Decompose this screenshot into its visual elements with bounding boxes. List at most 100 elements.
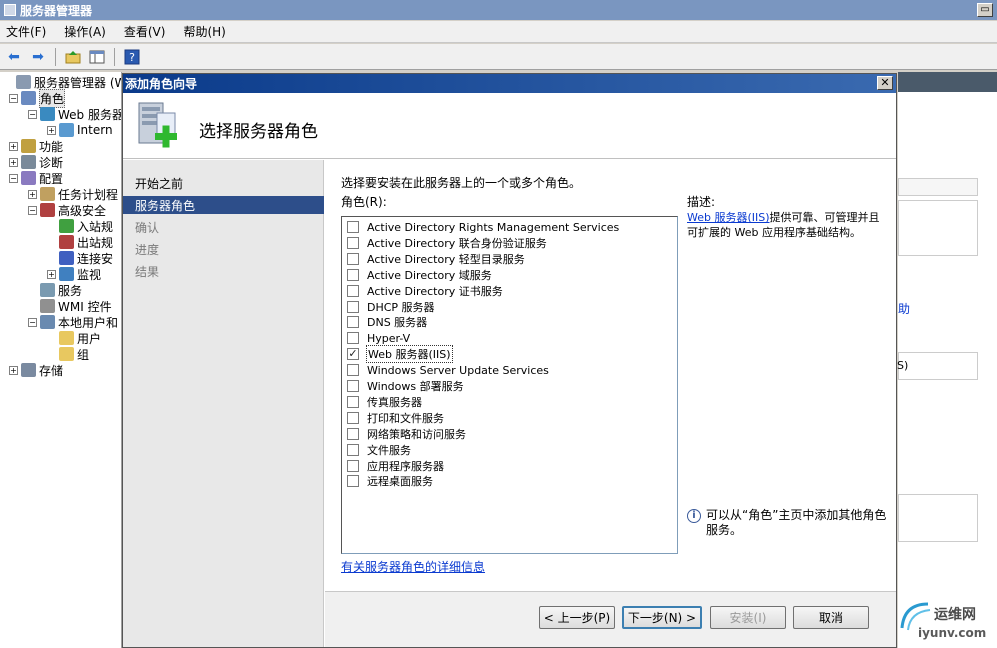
role-checkbox[interactable] xyxy=(347,443,359,456)
next-button[interactable]: 下一步(N) > xyxy=(622,606,702,629)
details-box: S) xyxy=(897,352,978,380)
forward-arrow-icon[interactable]: ➡ xyxy=(28,47,48,67)
role-item[interactable]: Windows 部署服务 xyxy=(347,378,465,394)
expand-icon[interactable]: + xyxy=(28,189,37,199)
close-icon[interactable]: ✕ xyxy=(877,76,893,90)
menu-help[interactable]: 帮助(H) xyxy=(183,23,225,40)
tree-node[interactable]: 入站规 xyxy=(47,218,113,234)
role-checkbox[interactable] xyxy=(347,300,359,313)
toolbar: ⬅ ➡ ? xyxy=(0,44,997,70)
role-checkbox[interactable] xyxy=(347,459,359,472)
dialog-titlebar: 添加角色向导 ✕ xyxy=(123,74,896,93)
tree-node[interactable]: + 任务计划程 xyxy=(28,186,118,202)
role-checkbox[interactable] xyxy=(347,268,359,281)
role-checkbox[interactable] xyxy=(347,332,359,345)
tree-node-icon xyxy=(59,267,74,281)
tree-node[interactable]: 出站规 xyxy=(47,234,113,250)
role-checkbox[interactable] xyxy=(347,364,359,377)
help-link-fragment[interactable]: 助 xyxy=(898,300,910,317)
tree-node[interactable]: + 监视 xyxy=(47,266,101,282)
role-item[interactable]: Windows Server Update Services xyxy=(347,362,550,378)
collapse-icon[interactable]: − xyxy=(9,93,18,103)
tree-node[interactable]: 服务 xyxy=(28,282,82,298)
menu-action[interactable]: 操作(A) xyxy=(64,23,106,40)
role-checkbox[interactable] xyxy=(347,395,359,408)
up-folder-icon[interactable] xyxy=(63,47,83,67)
tree-node-label: 用户 xyxy=(77,331,102,346)
tree-node[interactable]: − Web 服务器 xyxy=(28,106,121,122)
role-item[interactable]: Active Directory 联合身份验证服务 xyxy=(347,235,548,251)
role-item[interactable]: 打印和文件服务 xyxy=(347,410,445,426)
role-checkbox[interactable] xyxy=(347,236,359,249)
wizard-step[interactable]: 服务器角色 xyxy=(123,196,324,214)
role-item[interactable]: 远程桌面服务 xyxy=(347,473,434,489)
back-arrow-icon[interactable]: ⬅ xyxy=(4,47,24,67)
description-link[interactable]: Web 服务器(IIS) xyxy=(687,211,770,224)
role-checkbox[interactable] xyxy=(347,475,359,488)
tree-node[interactable]: 组 xyxy=(47,346,89,362)
role-checkbox[interactable] xyxy=(347,427,359,440)
roles-listbox[interactable]: Active Directory Rights Management Servi… xyxy=(341,216,678,554)
expand-icon[interactable]: + xyxy=(47,269,56,279)
tree-node[interactable]: − 本地用户和 xyxy=(28,314,118,330)
menu-file[interactable]: 文件(F) xyxy=(6,23,46,40)
role-label: DHCP 服务器 xyxy=(367,300,435,314)
details-section xyxy=(898,178,978,196)
tree-node-label: 配置 xyxy=(39,171,64,186)
role-item[interactable]: 网络策略和访问服务 xyxy=(347,426,467,442)
role-label: 应用程序服务器 xyxy=(367,459,444,473)
more-info-link[interactable]: 有关服务器角色的详细信息 xyxy=(341,558,485,575)
role-item[interactable]: Active Directory 证书服务 xyxy=(347,283,504,299)
tree-node[interactable]: + 诊断 xyxy=(9,154,63,170)
menu-view[interactable]: 查看(V) xyxy=(124,23,166,40)
role-item[interactable]: 应用程序服务器 xyxy=(347,458,445,474)
expand-icon[interactable]: + xyxy=(9,157,18,167)
role-item[interactable]: Active Directory 轻型目录服务 xyxy=(347,251,526,267)
role-checkbox[interactable] xyxy=(347,252,359,265)
restore-button[interactable]: ▭ xyxy=(977,3,993,17)
tree-node-icon xyxy=(40,315,55,329)
expand-icon[interactable]: + xyxy=(47,125,56,135)
role-checkbox[interactable] xyxy=(347,316,359,329)
wizard-header: 选择服务器角色 xyxy=(123,93,896,159)
expand-icon[interactable]: + xyxy=(9,365,18,375)
role-label: Active Directory 联合身份验证服务 xyxy=(367,236,547,250)
previous-button[interactable]: < 上一步(P) xyxy=(539,606,615,629)
collapse-icon[interactable]: − xyxy=(28,317,37,327)
help-icon[interactable]: ? xyxy=(122,47,142,67)
details-box xyxy=(898,200,978,256)
role-item[interactable]: Active Directory 域服务 xyxy=(347,267,493,283)
tree-node[interactable]: + 功能 xyxy=(9,138,63,154)
tree-node[interactable]: 连接安 xyxy=(47,250,113,266)
wizard-content: 选择要安装在此服务器上的一个或多个角色。 角色(R): Active Direc… xyxy=(325,160,896,590)
show-hide-tree-icon[interactable] xyxy=(87,47,107,67)
tree-node[interactable]: 用户 xyxy=(47,330,101,346)
cancel-button[interactable]: 取消 xyxy=(793,606,869,629)
collapse-icon[interactable]: − xyxy=(28,109,37,119)
tree-node[interactable]: − 角色 xyxy=(9,88,66,108)
tree-node[interactable]: + Intern xyxy=(47,122,113,138)
tree-node[interactable]: − 配置 xyxy=(9,170,63,186)
role-checkbox[interactable] xyxy=(347,221,359,233)
role-item[interactable]: 文件服务 xyxy=(347,442,412,458)
role-label: Windows Server Update Services xyxy=(367,363,549,377)
role-item[interactable]: DNS 服务器 xyxy=(347,314,428,330)
role-item[interactable]: 传真服务器 xyxy=(347,394,423,410)
install-button[interactable]: 安装(I) xyxy=(710,606,786,629)
role-label: Hyper-V xyxy=(367,331,411,345)
role-checkbox[interactable]: ✓ xyxy=(347,348,359,361)
role-item[interactable]: ✓ Web 服务器(IIS) xyxy=(347,345,453,364)
tree-node[interactable]: − 高级安全 xyxy=(28,202,106,218)
role-item[interactable]: DHCP 服务器 xyxy=(347,299,436,315)
collapse-icon[interactable]: − xyxy=(9,173,18,183)
role-item[interactable]: Hyper-V xyxy=(347,330,411,346)
expand-icon[interactable]: + xyxy=(9,141,18,151)
collapse-icon[interactable]: − xyxy=(28,205,37,215)
role-item[interactable]: Active Directory Rights Management Servi… xyxy=(347,219,620,235)
tree-node[interactable]: + 存储 xyxy=(9,362,63,378)
tree-node[interactable]: WMI 控件 xyxy=(28,298,112,314)
role-checkbox[interactable] xyxy=(347,380,359,392)
role-checkbox[interactable] xyxy=(347,284,359,297)
role-checkbox[interactable] xyxy=(347,411,359,424)
wizard-step[interactable]: 开始之前 xyxy=(123,174,324,192)
